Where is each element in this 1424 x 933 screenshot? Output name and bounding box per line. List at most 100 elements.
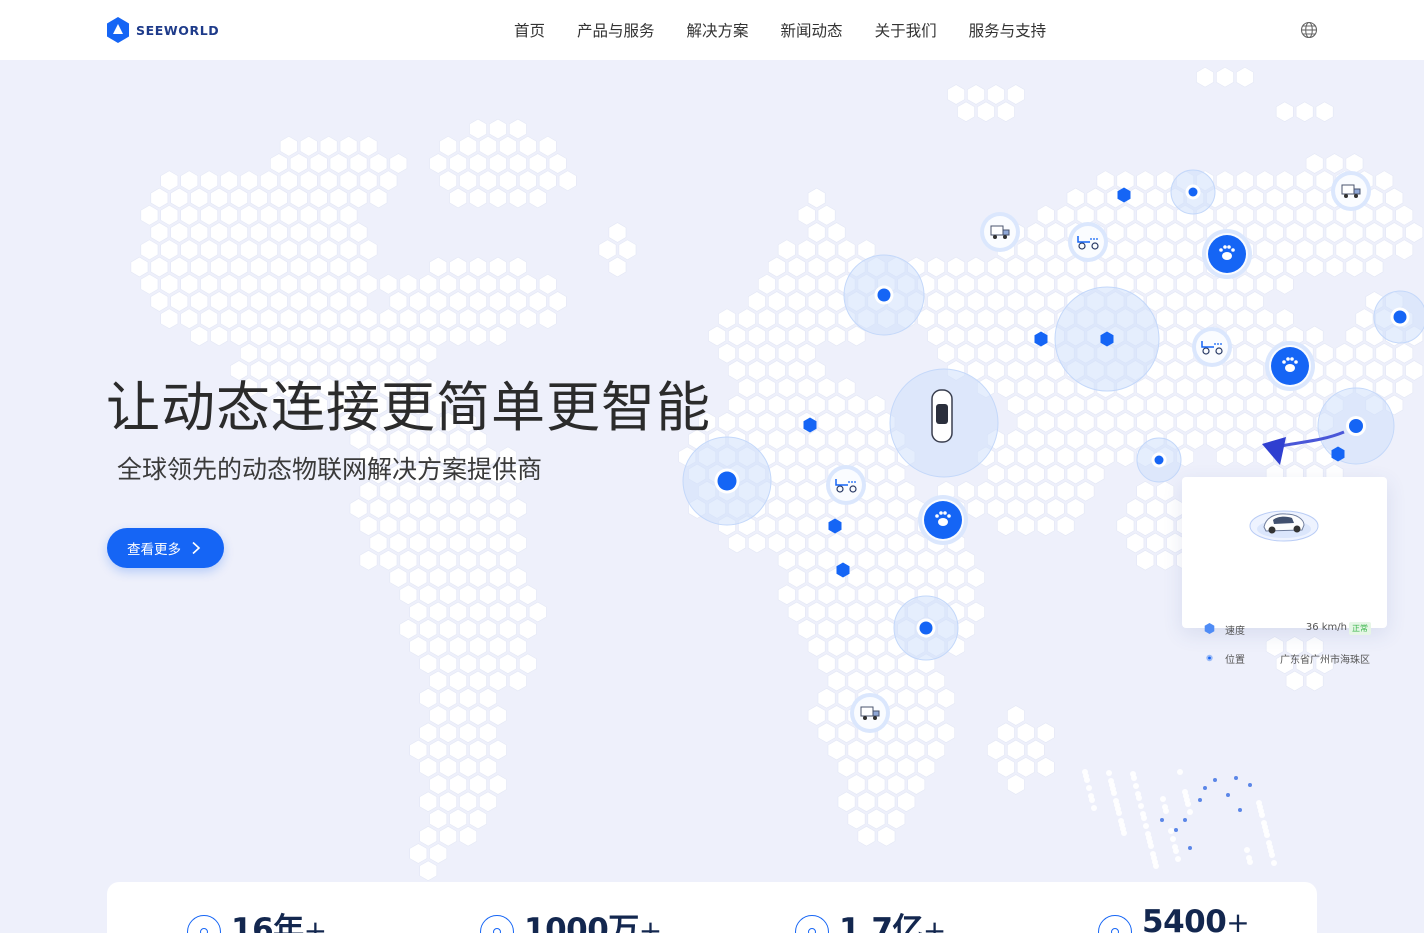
map-hex-cell bbox=[359, 343, 378, 364]
nav-item-products[interactable]: 产品与服务 bbox=[561, 19, 671, 41]
mini-map-cell bbox=[1120, 826, 1126, 832]
map-hex-cell bbox=[1206, 291, 1224, 312]
map-hex-cell bbox=[817, 377, 836, 398]
map-hex-cell bbox=[548, 291, 567, 312]
map-hex-cell bbox=[907, 670, 926, 692]
view-more-button[interactable]: 查看更多 bbox=[107, 528, 224, 568]
map-hex-cell bbox=[1066, 394, 1085, 416]
map-hex-cell bbox=[1166, 291, 1185, 312]
map-hex-cell bbox=[1016, 239, 1035, 261]
stat-partners-suffix: + bbox=[1226, 906, 1250, 933]
nav-item-support[interactable]: 服务与支持 bbox=[953, 19, 1063, 41]
map-hex-cell bbox=[1006, 498, 1025, 519]
map-hex-cell bbox=[917, 688, 936, 709]
map-hex-cell bbox=[927, 325, 946, 347]
nav-item-solutions[interactable]: 解决方案 bbox=[671, 19, 765, 41]
map-hex-cell bbox=[299, 204, 318, 226]
nav-item-news[interactable]: 新闻动态 bbox=[765, 19, 859, 41]
map-hex-cell bbox=[957, 550, 975, 571]
map-hex-cell bbox=[817, 446, 836, 467]
map-hex-cell bbox=[777, 515, 796, 536]
map-hex-cell bbox=[827, 670, 846, 692]
map-hex-cell bbox=[250, 187, 268, 209]
map-hex-cell bbox=[787, 256, 806, 278]
nav-item-home[interactable]: 首页 bbox=[498, 19, 561, 41]
map-hex-cell bbox=[1116, 239, 1135, 261]
map-hex-cell bbox=[718, 308, 736, 329]
map-hex-cell bbox=[479, 308, 497, 329]
map-hex-cell bbox=[1226, 429, 1244, 450]
map-hex-cell bbox=[160, 239, 179, 261]
map-hex-cell bbox=[210, 256, 228, 278]
map-hex-cell bbox=[777, 343, 796, 364]
map-hex-cell bbox=[1166, 222, 1185, 243]
map-hex-cell bbox=[329, 325, 348, 347]
map-hex-cell bbox=[1395, 343, 1414, 364]
map-hex-cell bbox=[269, 222, 288, 243]
stat-partners-number: 5400 bbox=[1142, 904, 1227, 933]
map-hex-cell bbox=[499, 550, 517, 571]
map-hex-cell bbox=[349, 498, 368, 519]
map-hex-cell bbox=[1036, 204, 1055, 226]
map-hex-cell bbox=[847, 636, 866, 657]
map-hex-cell bbox=[996, 722, 1015, 743]
map-hex-cell bbox=[459, 135, 478, 157]
stat-users-value: 1.7亿+ bbox=[839, 904, 946, 933]
map-hex-cell bbox=[957, 481, 975, 502]
mini-map-cell bbox=[1118, 818, 1124, 824]
map-hex-cell bbox=[409, 843, 428, 864]
map-hex-cell bbox=[479, 273, 497, 295]
map-hex-cell bbox=[718, 343, 736, 364]
map-hex-cell bbox=[947, 291, 966, 312]
map-hex-cell bbox=[429, 636, 448, 657]
map-hex-cell bbox=[1275, 101, 1294, 122]
map-hex-cell bbox=[429, 567, 448, 588]
map-hex-cell bbox=[817, 239, 836, 261]
map-hex-cell bbox=[996, 446, 1015, 467]
map-hex-cell bbox=[508, 153, 527, 174]
map-hex-cell bbox=[200, 239, 218, 261]
location-dot bbox=[919, 621, 933, 635]
map-hex-cell bbox=[489, 670, 507, 692]
map-hex-cell bbox=[1106, 394, 1125, 416]
map-hex-cell bbox=[1295, 412, 1314, 433]
map-hex-cell bbox=[857, 757, 876, 778]
map-hex-cell bbox=[259, 343, 278, 364]
map-hex-cell bbox=[996, 343, 1015, 364]
stat-years-icon bbox=[187, 915, 221, 933]
map-hex-cell bbox=[518, 653, 537, 674]
map-hex-cell bbox=[518, 273, 537, 295]
map-hex-cell bbox=[469, 739, 487, 761]
map-hex-cell bbox=[1315, 170, 1334, 192]
nav-item-about[interactable]: 关于我们 bbox=[859, 19, 953, 41]
map-hex-cell bbox=[319, 273, 338, 295]
map-hex-cell bbox=[907, 567, 926, 588]
mini-map-dot bbox=[1198, 798, 1202, 802]
map-hex-cell bbox=[459, 757, 478, 778]
map-hex-cell bbox=[1046, 256, 1065, 278]
map-hex-cell bbox=[160, 273, 179, 295]
map-hex-cell bbox=[977, 101, 995, 122]
map-hex-cell bbox=[857, 412, 876, 433]
map-hex-cell bbox=[797, 377, 816, 398]
map-hex-cell bbox=[1186, 291, 1204, 312]
map-hex-cell bbox=[807, 256, 826, 278]
mini-map-cell bbox=[1108, 778, 1114, 784]
mini-map-cell bbox=[1268, 848, 1274, 854]
map-hex-cell bbox=[887, 808, 906, 830]
brand-logo[interactable]: SEEWORLD bbox=[106, 17, 219, 43]
hero-section: 让动态连接更简单更智能 全球领先的动态物联网解决方案提供商 查看更多 速度 36… bbox=[0, 60, 1424, 933]
globe-icon[interactable] bbox=[1300, 21, 1318, 39]
truck-icon-wheel bbox=[873, 716, 877, 720]
map-hex-cell bbox=[469, 256, 487, 278]
map-hex-cell bbox=[1116, 412, 1135, 433]
map-hex-cell bbox=[887, 532, 906, 554]
map-hex-cell bbox=[1096, 204, 1115, 226]
map-hex-cell bbox=[409, 291, 428, 312]
map-hex-cell bbox=[399, 515, 418, 536]
map-hex-cell bbox=[1216, 66, 1234, 88]
map-hex-cell bbox=[449, 636, 468, 657]
vehicle-info-card[interactable]: 速度 36 km/h 正常 位置 广东省广州市海珠区 bbox=[1182, 477, 1387, 666]
map-hex-cell bbox=[1006, 774, 1025, 795]
map-hex-cell bbox=[160, 170, 179, 192]
